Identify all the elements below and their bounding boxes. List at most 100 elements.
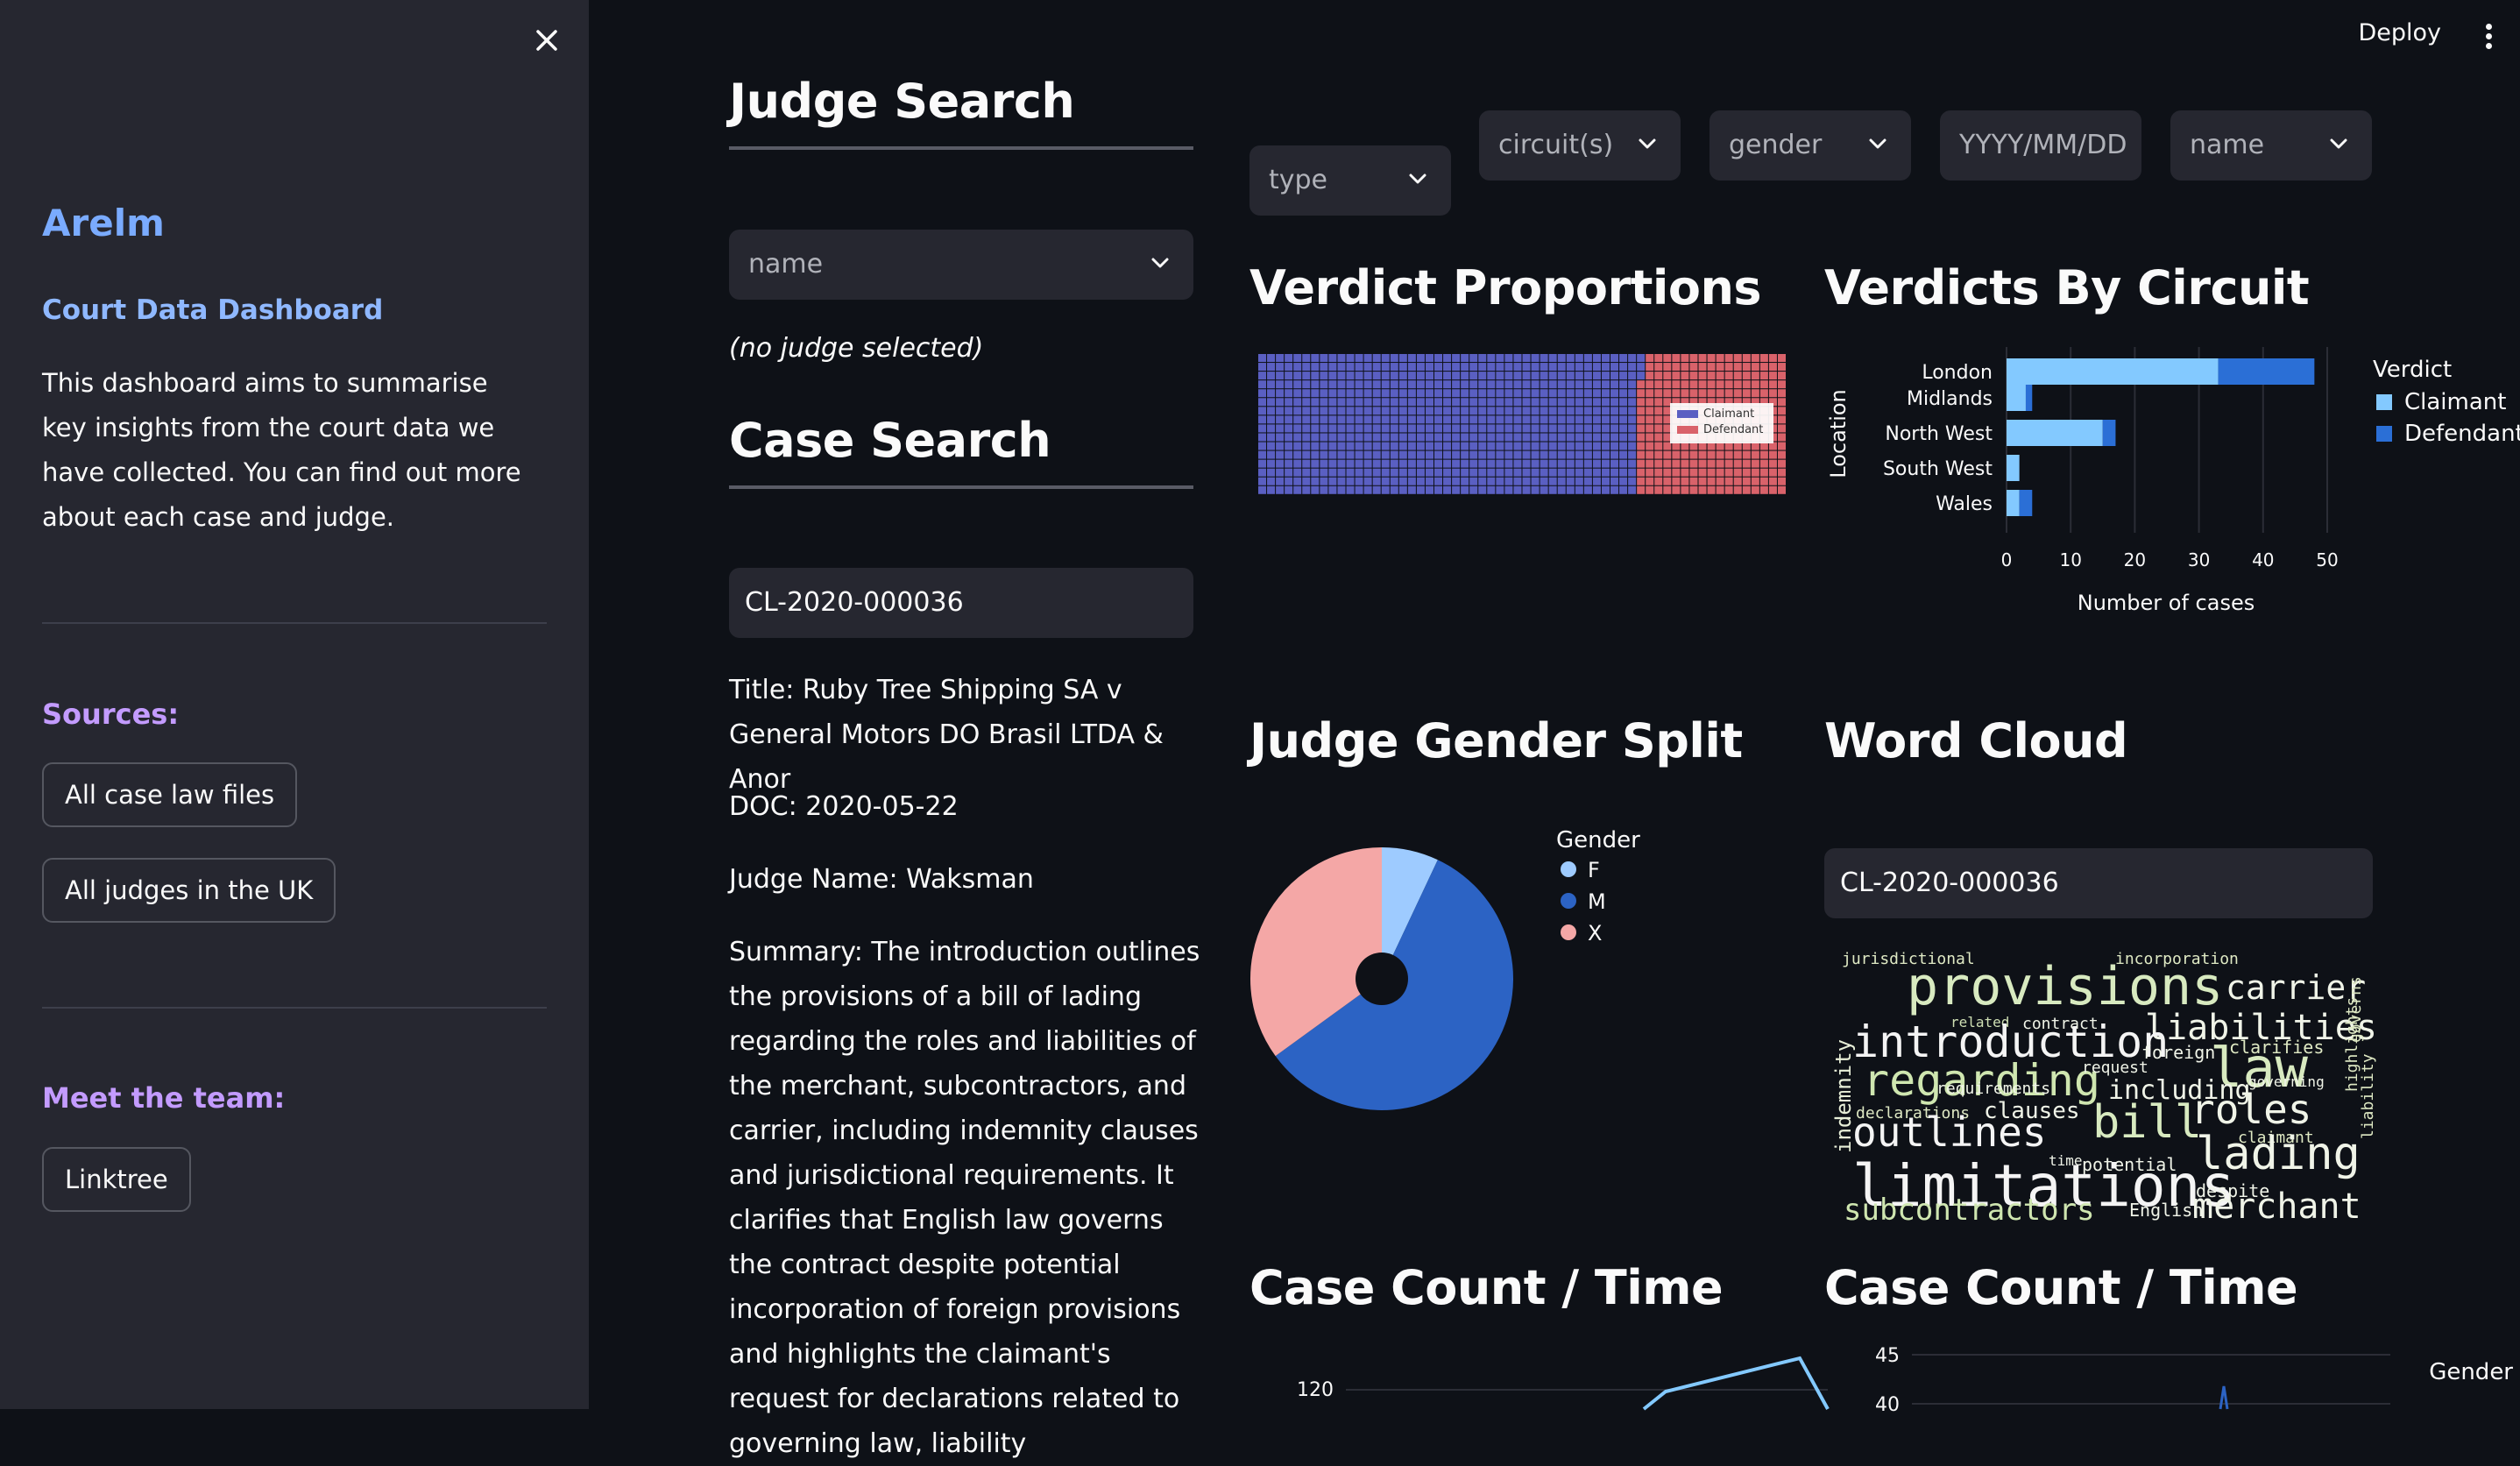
- waffle-cell-claimant: [1487, 407, 1496, 415]
- waffle-cell-claimant: [1276, 398, 1285, 407]
- waffle-cell-claimant: [1452, 380, 1461, 389]
- waffle-cell-claimant: [1293, 450, 1302, 459]
- waffle-cell-claimant: [1461, 459, 1469, 468]
- waffle-cell-claimant: [1381, 450, 1390, 459]
- waffle-cell-claimant: [1293, 354, 1302, 363]
- case-id-input[interactable]: CL-2020-000036: [729, 568, 1193, 638]
- waffle-cell-defendant: [1672, 372, 1681, 380]
- waffle-cell-defendant: [1689, 477, 1698, 485]
- waffle-cell-claimant: [1443, 459, 1452, 468]
- waffle-cell-claimant: [1628, 415, 1637, 424]
- date-filter-input[interactable]: YYYY/MM/DD: [1940, 110, 2141, 181]
- waffle-cell-defendant: [1742, 363, 1751, 372]
- waffle-cell-claimant: [1407, 433, 1416, 442]
- legend-title: Gender: [2429, 1359, 2513, 1385]
- waffle-cell-claimant: [1583, 468, 1592, 477]
- case-count-line-chart: 120: [1297, 1356, 1830, 1411]
- waffle-cell-claimant: [1434, 468, 1443, 477]
- waffle-cell-claimant: [1540, 380, 1548, 389]
- waffle-cell-claimant: [1592, 389, 1601, 398]
- gender-filter-select[interactable]: gender: [1709, 110, 1911, 181]
- waffle-cell-claimant: [1619, 485, 1628, 494]
- waffle-cell-claimant: [1583, 485, 1592, 494]
- type-filter-select[interactable]: type: [1249, 145, 1451, 216]
- waffle-cell-claimant: [1496, 372, 1504, 380]
- waffle-cell-claimant: [1504, 363, 1513, 372]
- waffle-cell-claimant: [1320, 485, 1328, 494]
- waffle-cell-claimant: [1628, 398, 1637, 407]
- waffle-cell-defendant: [1768, 380, 1777, 389]
- waffle-cell-claimant: [1434, 363, 1443, 372]
- circuits-filter-select[interactable]: circuit(s): [1479, 110, 1681, 181]
- bar-claimant: [2007, 358, 2219, 385]
- waffle-cell-defendant: [1777, 372, 1786, 380]
- waffle-cell-claimant: [1372, 389, 1381, 398]
- waffle-cell-claimant: [1328, 372, 1337, 380]
- waffle-cell-claimant: [1531, 398, 1540, 407]
- waffle-cell-claimant: [1363, 389, 1372, 398]
- waffle-cell-claimant: [1452, 363, 1461, 372]
- waffle-cell-claimant: [1531, 424, 1540, 433]
- waffle-cell-claimant: [1346, 407, 1355, 415]
- waffle-cell-claimant: [1425, 433, 1433, 442]
- waffle-cell-claimant: [1610, 450, 1619, 459]
- waffle-cell-defendant: [1768, 363, 1777, 372]
- waffle-cell-claimant: [1381, 398, 1390, 407]
- waffle-cell-claimant: [1557, 415, 1566, 424]
- waffle-cell-claimant: [1461, 415, 1469, 424]
- waffle-cell-defendant: [1751, 450, 1759, 459]
- waffle-cell-defendant: [1777, 398, 1786, 407]
- linktree-button[interactable]: Linktree: [42, 1147, 191, 1212]
- y-axis-label: Location: [1826, 389, 1851, 478]
- waffle-cell-claimant: [1540, 485, 1548, 494]
- waffle-cell-claimant: [1478, 477, 1487, 485]
- waffle-cell-claimant: [1293, 424, 1302, 433]
- waffle-cell-defendant: [1646, 433, 1654, 442]
- all-case-law-files-button[interactable]: All case law files: [42, 762, 298, 827]
- waffle-cell-claimant: [1372, 424, 1381, 433]
- waffle-cell-defendant: [1716, 363, 1724, 372]
- all-judges-button[interactable]: All judges in the UK: [42, 858, 336, 923]
- waffle-cell-claimant: [1566, 468, 1575, 477]
- x-tick-label: 10: [2059, 549, 2081, 570]
- waffle-cell-claimant: [1320, 424, 1328, 433]
- waffle-cell-claimant: [1346, 354, 1355, 363]
- close-sidebar-button[interactable]: [526, 19, 568, 61]
- waffle-cell-claimant: [1566, 424, 1575, 433]
- waffle-cell-claimant: [1610, 363, 1619, 372]
- y-tick-label: South West: [1883, 458, 1993, 480]
- waffle-cell-defendant: [1689, 389, 1698, 398]
- waffle-cell-defendant: [1698, 477, 1707, 485]
- waffle-cell-claimant: [1583, 372, 1592, 380]
- waffle-cell-claimant: [1328, 363, 1337, 372]
- waffle-cell-claimant: [1469, 477, 1478, 485]
- waffle-cell-claimant: [1311, 407, 1320, 415]
- waffle-cell-claimant: [1478, 433, 1487, 442]
- waffle-cell-claimant: [1355, 407, 1363, 415]
- waffle-cell-claimant: [1416, 459, 1425, 468]
- waffle-cell-defendant: [1681, 363, 1689, 372]
- waffle-cell-claimant: [1583, 407, 1592, 415]
- waffle-cell-claimant: [1619, 468, 1628, 477]
- waffle-cell-defendant: [1689, 468, 1698, 477]
- waffle-cell-claimant: [1443, 380, 1452, 389]
- waffle-cell-claimant: [1557, 442, 1566, 450]
- deploy-button[interactable]: Deploy: [2358, 19, 2441, 46]
- waffle-cell-claimant: [1320, 354, 1328, 363]
- judge-name-select[interactable]: name: [729, 230, 1193, 300]
- waffle-cell-claimant: [1337, 372, 1346, 380]
- series-line: [2219, 1385, 2229, 1410]
- main-menu-button[interactable]: [2481, 21, 2495, 56]
- waffle-cell-claimant: [1566, 485, 1575, 494]
- waffle-cell-defendant: [1751, 354, 1759, 363]
- heading-divider: [729, 485, 1193, 489]
- waffle-cell-claimant: [1346, 372, 1355, 380]
- waffle-cell-claimant: [1637, 354, 1646, 363]
- case-doc: DOC: 2020-05-22: [729, 791, 959, 822]
- waffle-cell-claimant: [1293, 363, 1302, 372]
- name-filter-select[interactable]: name: [2170, 110, 2372, 181]
- waffle-cell-claimant: [1461, 442, 1469, 450]
- waffle-cell-claimant: [1610, 485, 1619, 494]
- word-cloud-case-input[interactable]: CL-2020-000036: [1824, 848, 2373, 918]
- waffle-cell-claimant: [1355, 442, 1363, 450]
